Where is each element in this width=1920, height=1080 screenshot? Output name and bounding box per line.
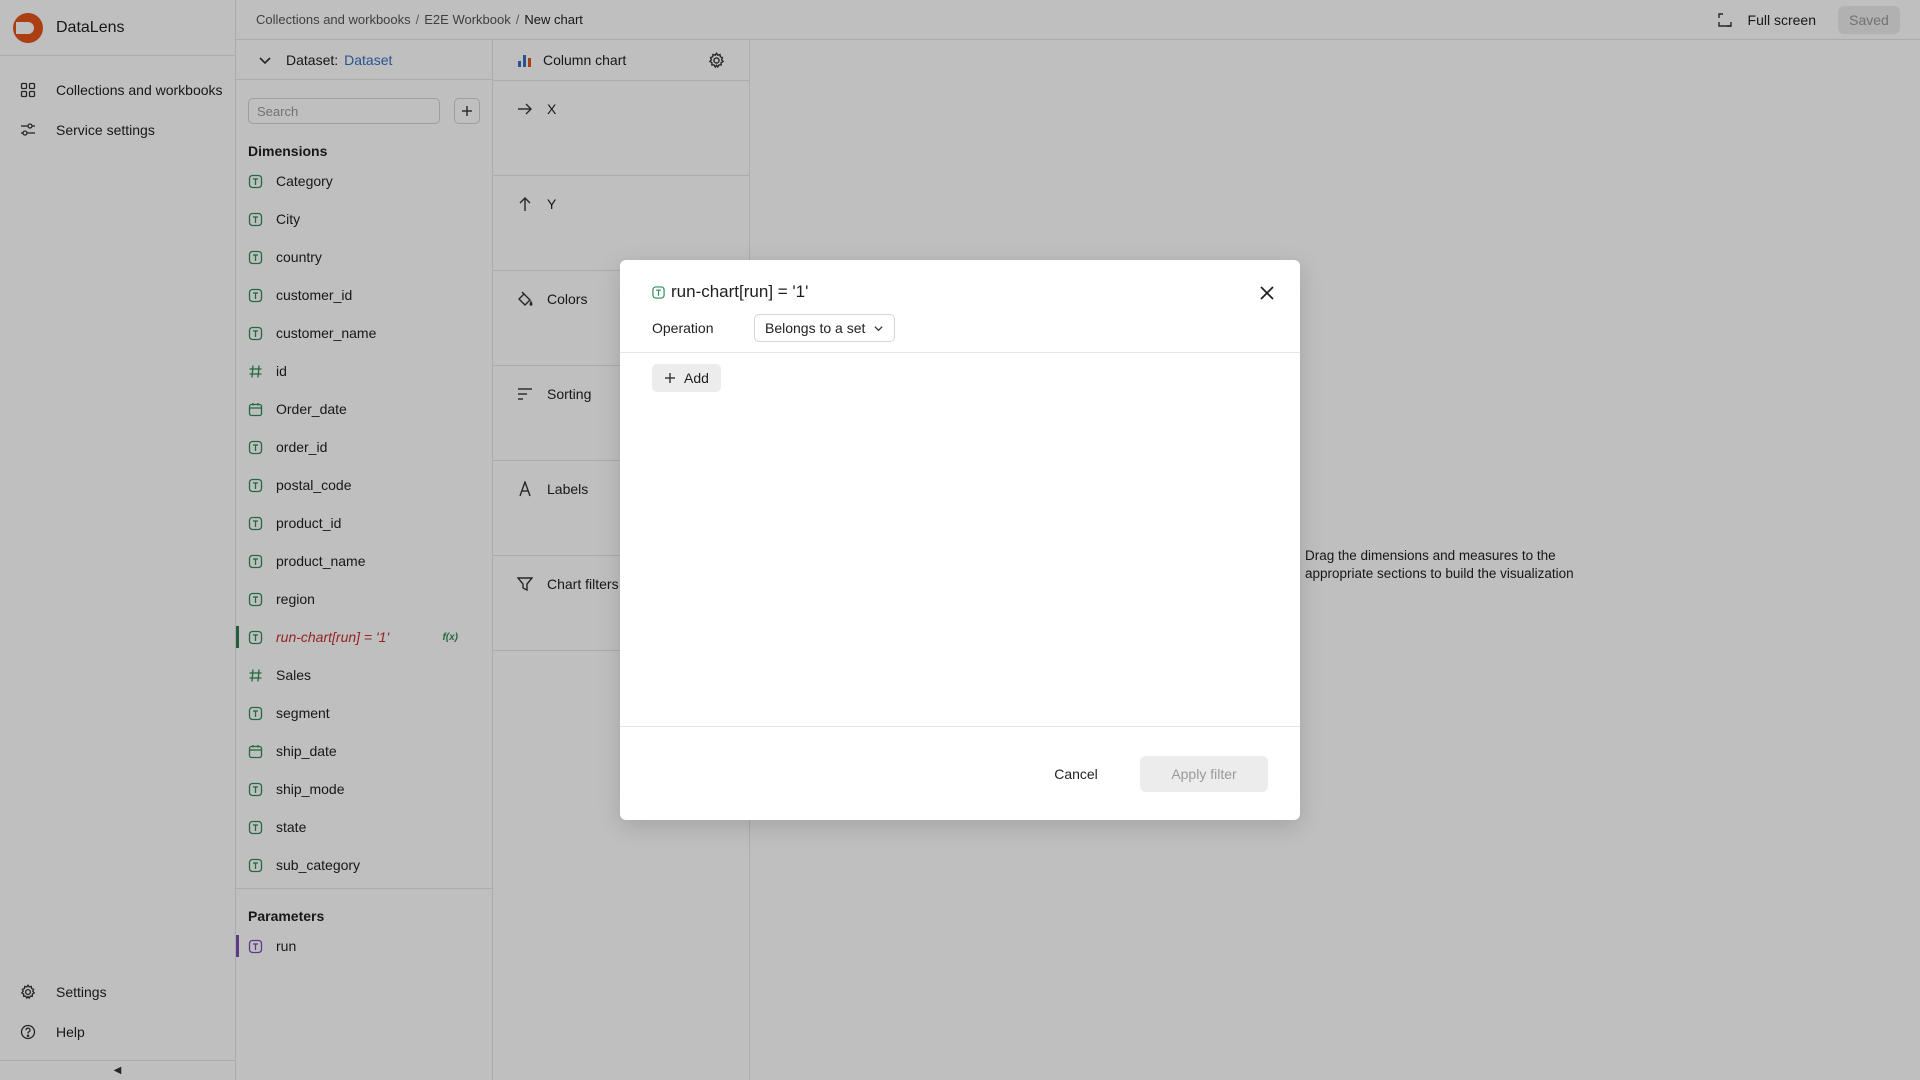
dialog-title-text: run-chart[run] = '1' [671, 282, 809, 301]
add-value-label: Add [684, 370, 709, 386]
plus-icon [665, 373, 675, 383]
dialog-footer-divider [620, 726, 1300, 727]
operation-value: Belongs to a set [765, 320, 866, 336]
chevron-down-icon [874, 325, 884, 331]
add-value-button[interactable]: Add [652, 364, 721, 392]
operation-row: Operation Belongs to a set [652, 314, 896, 342]
string-type-icon [652, 285, 665, 299]
filter-dialog: run-chart[run] = '1' Operation Belongs t… [620, 260, 1300, 820]
operation-label: Operation [652, 320, 714, 336]
apply-filter-button[interactable]: Apply filter [1140, 756, 1268, 792]
cancel-button[interactable]: Cancel [1040, 756, 1112, 792]
operation-select[interactable]: Belongs to a set [754, 314, 896, 342]
close-icon [1260, 286, 1274, 300]
dialog-divider [620, 352, 1300, 353]
close-dialog-button[interactable] [1256, 282, 1278, 304]
dialog-title: run-chart[run] = '1' [652, 282, 808, 302]
